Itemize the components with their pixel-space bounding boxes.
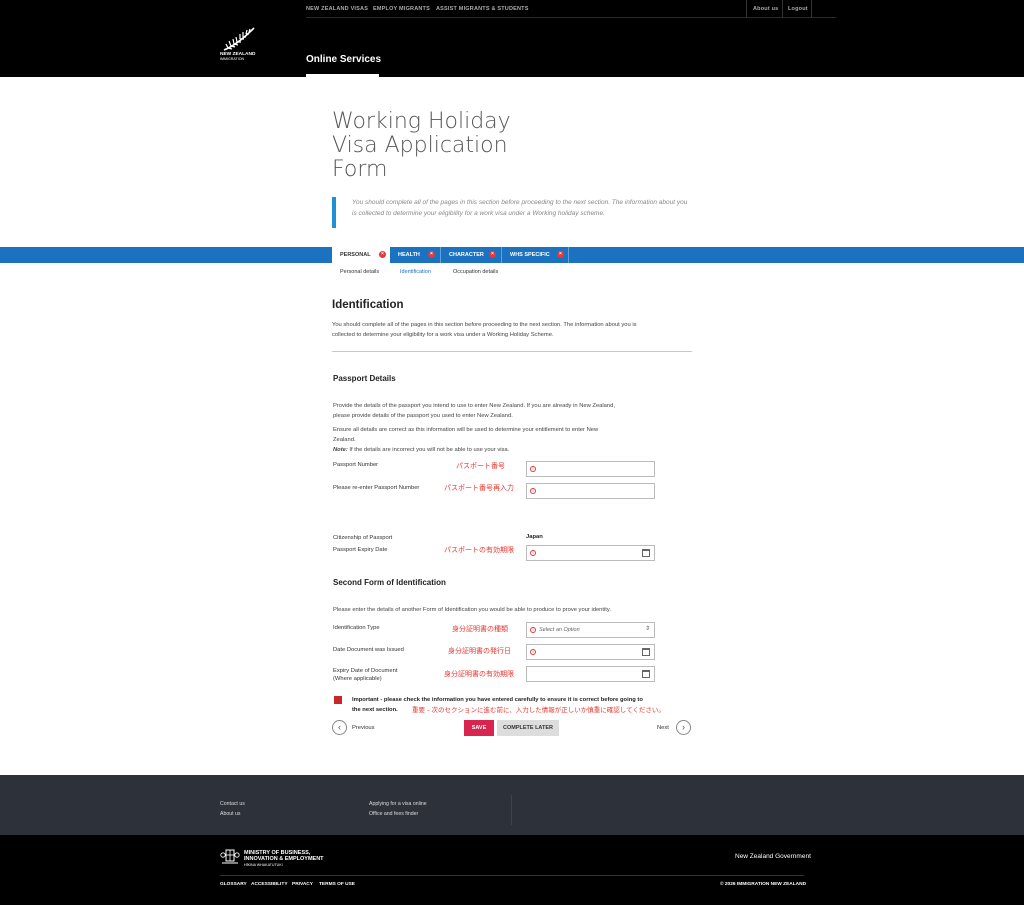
lead-text: You should complete all of the pages in … [352,199,688,217]
close-icon: × [379,251,386,258]
footer-bottom [0,835,1024,905]
close-icon: × [489,251,496,258]
lead-accent-bar [332,197,336,228]
divider [782,0,783,17]
intro-text: You should complete all of the pages in … [332,322,637,338]
mbie-logo-text[interactable]: MINISTRY OF BUSINESS, INNOVATION & EMPLO… [244,850,324,868]
subnav-identification[interactable]: Identification [400,269,431,275]
footer-links-panel [0,775,1024,835]
close-icon: × [428,251,435,258]
subnav-personal-details[interactable]: Personal details [340,269,379,275]
reenter-passport-label: Please re-enter Passport Number [333,485,420,491]
error-icon: ! [530,649,536,655]
error-icon: ! [530,627,536,633]
flag-icon [334,696,342,704]
footer-applying-link[interactable]: Applying for a visa online [369,801,427,807]
divider [811,0,812,17]
tab-personal[interactable]: PERSONAL × [332,247,390,263]
jp-annotation: 身分証明書の有効期限 [444,670,514,678]
tab-character[interactable]: CHARACTER × [441,247,501,263]
footer-divider [220,875,804,876]
section-divider [332,351,692,352]
doc-expiry-input[interactable] [526,666,655,682]
nav-about-us[interactable]: About us [753,6,778,12]
logout-link[interactable]: Logout [788,6,808,12]
copyright: © 2026 IMMIGRATION NEW ZEALAND [720,882,807,887]
nav-nz-visas[interactable]: NEW ZEALAND VISAS [306,6,368,12]
terms-link[interactable]: TERMS OF USE [319,882,355,887]
calendar-icon[interactable] [642,549,650,557]
page-title: Working Holiday Visa Application Form [332,109,511,182]
footer-divider [511,795,512,825]
tab-label: WHS SPECIFIC [510,252,550,258]
citizenship-value: Japan [526,534,543,540]
citizenship-label: Citizenship of Passport [333,535,393,541]
accessibility-link[interactable]: ACCESSIBILITY [251,882,288,887]
passport-intro: Provide the details of the passport you … [333,403,615,419]
error-icon: ! [530,550,536,556]
passport-number-input[interactable]: ! [526,461,655,477]
crest-icon[interactable] [220,847,240,865]
tab-whs-specific[interactable]: WHS SPECIFIC × [502,247,568,263]
date-issued-input[interactable]: ! [526,644,655,660]
complete-later-button[interactable]: COMPLETE LATER [497,720,559,736]
section-heading: Identification [332,299,404,311]
nz-government-logo[interactable]: New Zealand Government [735,853,811,860]
tab-health[interactable]: HEALTH × [390,247,440,263]
next-button[interactable]: Next [657,725,669,731]
jp-annotation: 重要 - 次のセクションに進む前に、入力した情報が正しいか慎重に確認してください… [412,706,665,714]
footer-contact-link[interactable]: Contact us [220,801,245,807]
id-type-select[interactable]: ! Select an Option ⇕ [526,622,655,638]
calendar-icon[interactable] [642,648,650,656]
online-services-title[interactable]: Online Services [306,54,381,65]
chevron-left-icon[interactable]: ‹ [332,720,347,735]
jp-annotation: パスポートの有効期限 [444,546,514,554]
calendar-icon[interactable] [642,670,650,678]
tab-label: CHARACTER [449,252,484,258]
jp-annotation: 身分証明書の種類 [452,625,508,633]
footer-office-link[interactable]: Office and fees finder [369,811,418,817]
previous-button[interactable]: Previous [352,725,375,731]
glossary-link[interactable]: GLOSSARY [220,882,247,887]
tab-label: HEALTH [398,252,420,258]
id-type-label: Identification Type [333,625,380,631]
jp-annotation: パスポート番号 [456,462,505,470]
select-arrows-icon: ⇕ [644,626,650,632]
date-issued-label: Date Document was Issued [333,647,404,653]
nav-employ-migrants[interactable]: EMPLOY MIGRANTS [373,6,430,12]
divider [746,0,747,17]
reenter-passport-input[interactable]: ! [526,483,655,499]
subnav-occupation-details[interactable]: Occupation details [453,269,498,275]
error-icon: ! [530,488,536,494]
second-id-heading: Second Form of Identification [333,578,446,587]
active-underline [306,74,379,77]
nav-assist-migrants[interactable]: ASSIST MIGRANTS & STUDENTS [436,6,529,12]
doc-expiry-label: Expiry Date of Document (Where applicabl… [333,668,398,682]
passport-expiry-label: Passport Expiry Date [333,547,388,553]
tab-label: PERSONAL [340,252,371,258]
select-placeholder: Select an Option [539,627,580,633]
second-id-intro: Please enter the details of another Form… [333,607,611,613]
header-divider [306,17,836,18]
tab-divider [568,247,569,263]
passport-ensure: Ensure all details are correct as this i… [333,427,599,453]
save-button[interactable]: SAVE [464,720,494,736]
jp-annotation: 身分証明書の発行日 [448,647,511,655]
privacy-link[interactable]: PRIVACY [292,882,313,887]
error-icon: ! [530,466,536,472]
passport-heading: Passport Details [333,374,396,383]
jp-annotation: パスポート番号再入力 [444,484,514,492]
footer-about-link[interactable]: About us [220,811,240,817]
chevron-right-icon[interactable]: › [676,720,691,735]
logo-text: NEW ZEALAND IMMIGRATION [220,52,256,61]
passport-expiry-input[interactable]: ! [526,545,655,561]
passport-number-label: Passport Number [333,462,379,468]
close-icon: × [557,251,564,258]
